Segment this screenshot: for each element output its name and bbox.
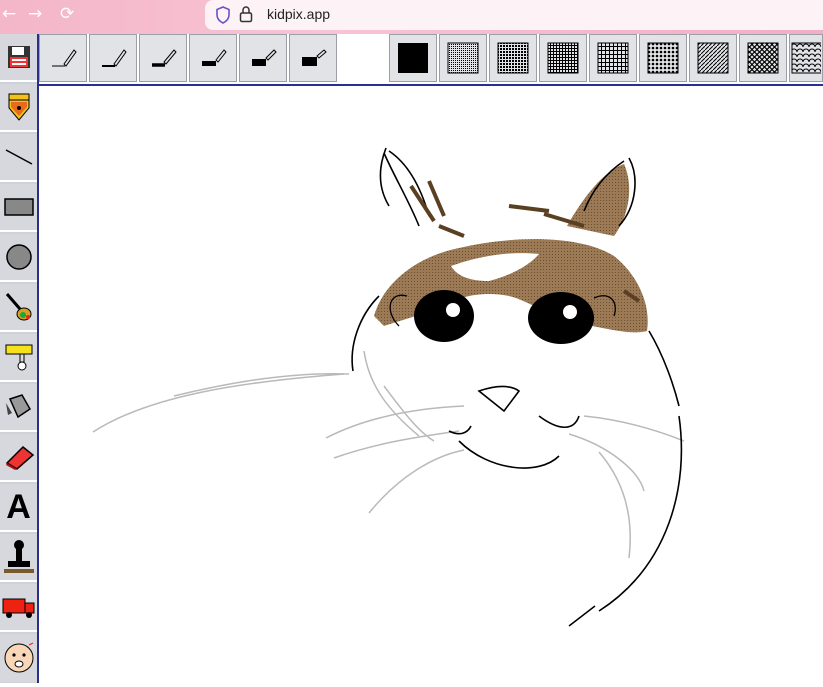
brush-size-1[interactable] bbox=[39, 34, 87, 82]
pattern-checker[interactable] bbox=[489, 34, 537, 82]
tool-palette: A bbox=[0, 34, 39, 683]
brush-icon bbox=[5, 293, 31, 321]
browser-toolbar: ← → ⟳ kidpix.app bbox=[0, 0, 823, 34]
line-tool[interactable] bbox=[0, 134, 37, 182]
stamp-tool[interactable] bbox=[0, 534, 37, 582]
pattern-swatch bbox=[647, 42, 679, 74]
truck-icon bbox=[2, 598, 34, 618]
rectangle-tool[interactable] bbox=[0, 184, 37, 232]
brush-size-6[interactable] bbox=[289, 34, 337, 82]
paint-bucket-icon bbox=[5, 394, 31, 419]
paint-bucket-tool[interactable] bbox=[0, 384, 37, 432]
pattern-swatch bbox=[697, 42, 729, 74]
pencil-size-icon bbox=[52, 49, 77, 67]
wacky-brush-tool[interactable] bbox=[0, 284, 37, 332]
face-icon bbox=[4, 642, 33, 673]
pattern-swatch bbox=[547, 42, 579, 74]
pattern-swatch bbox=[747, 42, 779, 74]
kidpix-app: A bbox=[0, 34, 823, 683]
pencil-size-icon bbox=[102, 49, 127, 67]
drawing-canvas[interactable] bbox=[39, 86, 823, 683]
brush-size-4[interactable] bbox=[189, 34, 237, 82]
pattern-coarse-dots[interactable] bbox=[639, 34, 687, 82]
pattern-dense-dots[interactable] bbox=[439, 34, 487, 82]
url-text: kidpix.app bbox=[267, 6, 331, 22]
pattern-diamond[interactable] bbox=[739, 34, 787, 82]
shield-icon bbox=[216, 6, 230, 24]
pattern-swatch bbox=[398, 43, 428, 73]
pattern-diagonal-lines[interactable] bbox=[689, 34, 737, 82]
undo-guy-tool[interactable] bbox=[0, 634, 37, 682]
pattern-grid[interactable] bbox=[589, 34, 637, 82]
rectangle-icon bbox=[3, 198, 34, 216]
electric-mixer-tool[interactable] bbox=[0, 334, 37, 382]
address-bar[interactable]: kidpix.app bbox=[205, 0, 823, 30]
cat-eyes bbox=[389, 290, 616, 344]
pattern-swatch bbox=[597, 42, 629, 74]
arrow-right-icon[interactable]: → bbox=[28, 4, 42, 24]
stamp-icon bbox=[3, 540, 34, 573]
cat-drawing bbox=[92, 147, 685, 627]
pattern-scales[interactable] bbox=[789, 34, 823, 82]
pencil-size-icon bbox=[302, 49, 327, 66]
circle-icon bbox=[5, 244, 32, 270]
arrow-left-icon[interactable]: ← bbox=[2, 4, 16, 24]
pattern-swatch bbox=[497, 42, 529, 74]
brush-size-2[interactable] bbox=[89, 34, 137, 82]
truck-tool[interactable] bbox=[0, 584, 37, 632]
brush-size-5[interactable] bbox=[239, 34, 287, 82]
floppy-disk-icon bbox=[7, 46, 30, 68]
pencil-size-icon bbox=[202, 49, 227, 66]
line-icon bbox=[5, 149, 32, 165]
reload-icon[interactable]: ⟳ bbox=[60, 4, 74, 24]
pattern-solid-black[interactable] bbox=[389, 34, 437, 82]
eraser-tool[interactable] bbox=[0, 434, 37, 482]
save-tool[interactable] bbox=[0, 34, 37, 82]
oval-tool[interactable] bbox=[0, 234, 37, 282]
letter-a-icon: A bbox=[6, 488, 31, 526]
pencil-size-icon bbox=[252, 49, 277, 66]
pencil-icon bbox=[8, 93, 29, 121]
options-bar bbox=[39, 34, 823, 86]
mixer-icon bbox=[5, 344, 32, 371]
brush-size-3[interactable] bbox=[139, 34, 187, 82]
pattern-swatch bbox=[447, 42, 479, 74]
lock-icon bbox=[239, 6, 253, 23]
pencil-tool[interactable] bbox=[0, 84, 37, 132]
text-tool[interactable]: A bbox=[0, 484, 37, 532]
pattern-swatch bbox=[791, 42, 821, 74]
pattern-fine-grid[interactable] bbox=[539, 34, 587, 82]
eraser-icon bbox=[5, 445, 34, 470]
pencil-size-icon bbox=[152, 49, 177, 67]
